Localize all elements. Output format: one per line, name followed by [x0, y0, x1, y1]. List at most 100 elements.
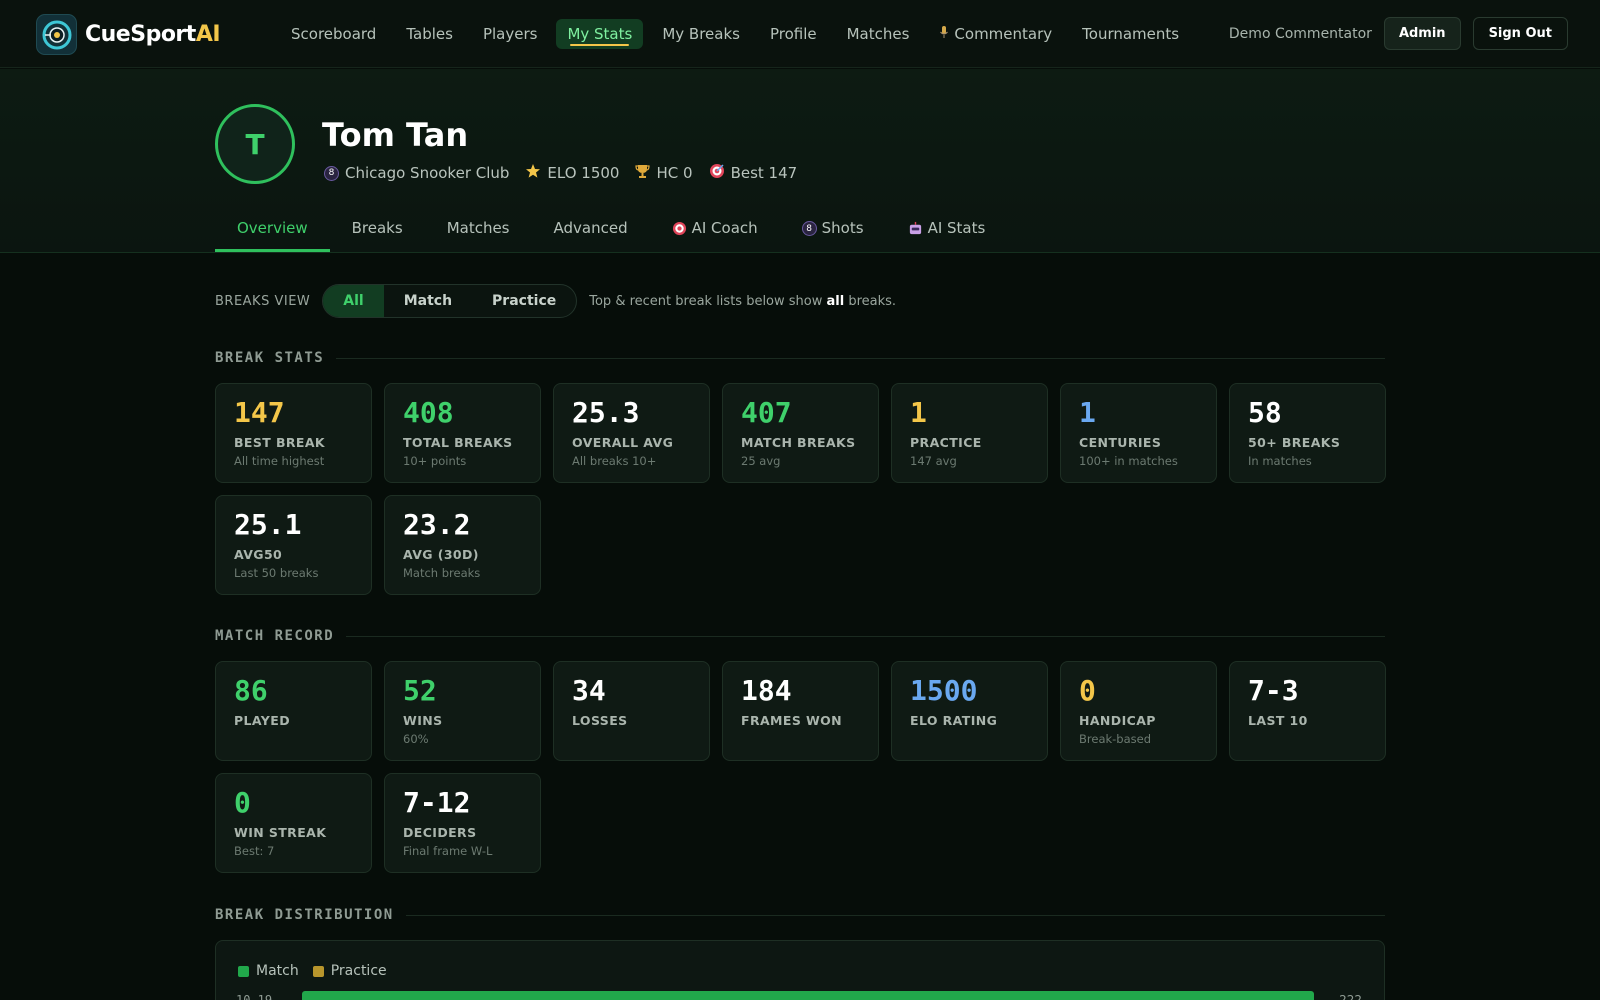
stat-subtext: 60% [403, 732, 429, 746]
stat-subtext: 25 avg [741, 454, 781, 468]
stat-value: 1 [910, 396, 927, 429]
nav-commentary[interactable]: Commentary [928, 19, 1063, 49]
stat-card-overall-avg: 25.3 OVERALL AVG All breaks 10+ [553, 383, 710, 483]
stat-label: AVG (30D) [403, 547, 479, 562]
breaks-view-label: BREAKS VIEW [215, 293, 311, 309]
breaks-view-note: Top & recent break lists below show all … [589, 293, 897, 309]
section-divider [336, 357, 1385, 359]
admin-button[interactable]: Admin [1383, 17, 1461, 50]
stat-subtext: Match breaks [403, 566, 481, 580]
stat-card-practice: 1 PRACTICE 147 avg [891, 383, 1048, 483]
stat-label: DECIDERS [403, 825, 477, 840]
stat-card-match-breaks: 407 MATCH BREAKS 25 avg [722, 383, 879, 483]
breaks-view-toggle: All Match Practice [322, 284, 578, 318]
stat-value: 1500 [910, 674, 978, 707]
legend-swatch [238, 965, 249, 977]
top-navigation-bar: CueSportAI Scoreboard Tables Players My … [0, 0, 1600, 68]
stat-subtext: 147 avg [910, 454, 957, 468]
nav-scoreboard[interactable]: Scoreboard [280, 19, 387, 49]
stat-card-last-10: 7-3 LAST 10 [1229, 661, 1386, 761]
stat-label: ELO RATING [910, 713, 998, 728]
stat-card-losses: 34 LOSSES [553, 661, 710, 761]
stat-value: 7-3 [1248, 674, 1299, 707]
stat-subtext: Last 50 breaks [234, 566, 319, 580]
stat-card-win-streak: 0 WIN STREAK Best: 7 [215, 773, 372, 873]
tab-breaks[interactable]: Breaks [330, 212, 425, 252]
nav-my-breaks[interactable]: My Breaks [651, 19, 751, 49]
stat-subtext: 100+ in matches [1079, 454, 1178, 468]
section-title: BREAK STATS [215, 350, 325, 366]
trophy-icon [635, 163, 651, 183]
legend-practice[interactable]: Practice [312, 963, 387, 979]
match-record-grid: 86 PLAYED 52 WINS 60% 34 LOSSES 184 FRAMES WON 15… [215, 661, 1386, 873]
nav-my-stats[interactable]: My Stats [556, 19, 644, 49]
section-divider [346, 635, 1385, 637]
brand-logo[interactable]: CueSportAI [36, 14, 221, 55]
stat-card-elo-rating: 1500 ELO RATING [891, 661, 1048, 761]
stat-value: 23.2 [403, 508, 471, 541]
stat-value: 34 [572, 674, 606, 707]
tab-overview[interactable]: Overview [215, 212, 330, 252]
stat-label: FRAMES WON [741, 713, 843, 728]
stat-value: 0 [234, 786, 251, 819]
elo-info: ELO 1500 [525, 163, 619, 183]
tab-shots[interactable]: 8 Shots [780, 212, 886, 252]
breaks-view-practice[interactable]: Practice [472, 285, 576, 317]
stat-label: OVERALL AVG [572, 435, 674, 450]
stat-label: WIN STREAK [234, 825, 327, 840]
nav-matches[interactable]: Matches [836, 19, 921, 49]
sign-out-button[interactable]: Sign Out [1472, 17, 1568, 50]
main-nav: Scoreboard Tables Players My Stats My Br… [280, 18, 1190, 50]
stat-subtext: All time highest [234, 454, 325, 468]
nav-players[interactable]: Players [472, 19, 549, 49]
stat-card-avg50: 25.1 AVG50 Last 50 breaks [215, 495, 372, 595]
tab-matches[interactable]: Matches [425, 212, 532, 252]
stat-value: 7-12 [403, 786, 471, 819]
tab-ai-stats[interactable]: AI Stats [886, 212, 1008, 252]
legend-match[interactable]: Match [238, 963, 299, 979]
tab-advanced[interactable]: Advanced [532, 212, 650, 252]
breaks-view-match[interactable]: Match [384, 285, 472, 317]
break-distribution-header: BREAK DISTRIBUTION [215, 907, 1385, 923]
stat-value: 25.3 [572, 396, 640, 429]
stat-subtext: All breaks 10+ [572, 454, 657, 468]
stat-value: 408 [403, 396, 454, 429]
breaks-view-all[interactable]: All [323, 285, 384, 317]
stat-card-best-break: 147 BEST BREAK All time highest [215, 383, 372, 483]
stat-card-handicap: 0 HANDICAP Break-based [1060, 661, 1217, 761]
stat-value: 25.1 [234, 508, 302, 541]
stat-card-wins: 52 WINS 60% [384, 661, 541, 761]
stat-card-avg-30d: 23.2 AVG (30D) Match breaks [384, 495, 541, 595]
distribution-row-label: 10-19 [236, 993, 273, 1000]
player-name: Tom Tan [322, 116, 469, 154]
stat-card-50-breaks: 58 50+ BREAKS In matches [1229, 383, 1386, 483]
stat-card-total-breaks: 408 TOTAL BREAKS 10+ points [384, 383, 541, 483]
brand-name: CueSportAI [85, 22, 221, 47]
target-icon [709, 163, 725, 183]
stat-label: WINS [403, 713, 443, 728]
microphone-icon [939, 25, 949, 43]
eight-ball-icon: 8 [324, 165, 339, 181]
account-area: Demo Commentator Admin Sign Out [1229, 17, 1568, 50]
section-title: MATCH RECORD [215, 628, 335, 644]
eight-ball-icon: 8 [801, 221, 817, 236]
target-icon [672, 221, 687, 236]
distribution-bar-match[interactable] [302, 991, 1314, 1000]
distribution-row-count: 222 [1339, 993, 1362, 1000]
distribution-legend: Match Practice [238, 963, 387, 979]
cue-ball-logo-icon [36, 14, 77, 55]
profile-tabs: Overview Breaks Matches Advanced AI Coac… [215, 212, 1007, 252]
nav-profile[interactable]: Profile [759, 19, 828, 49]
tab-ai-coach[interactable]: AI Coach [650, 212, 780, 252]
stat-value: 184 [741, 674, 792, 707]
robot-icon [908, 221, 923, 236]
nav-tables[interactable]: Tables [395, 19, 464, 49]
stat-label: MATCH BREAKS [741, 435, 856, 450]
stat-label: LAST 10 [1248, 713, 1308, 728]
handicap-info: HC 0 [635, 163, 693, 183]
stat-label: LOSSES [572, 713, 628, 728]
stat-label: 50+ BREAKS [1248, 435, 1341, 450]
stat-card-deciders: 7-12 DECIDERS Final frame W-L [384, 773, 541, 873]
nav-tournaments[interactable]: Tournaments [1071, 19, 1190, 49]
stat-label: TOTAL BREAKS [403, 435, 513, 450]
